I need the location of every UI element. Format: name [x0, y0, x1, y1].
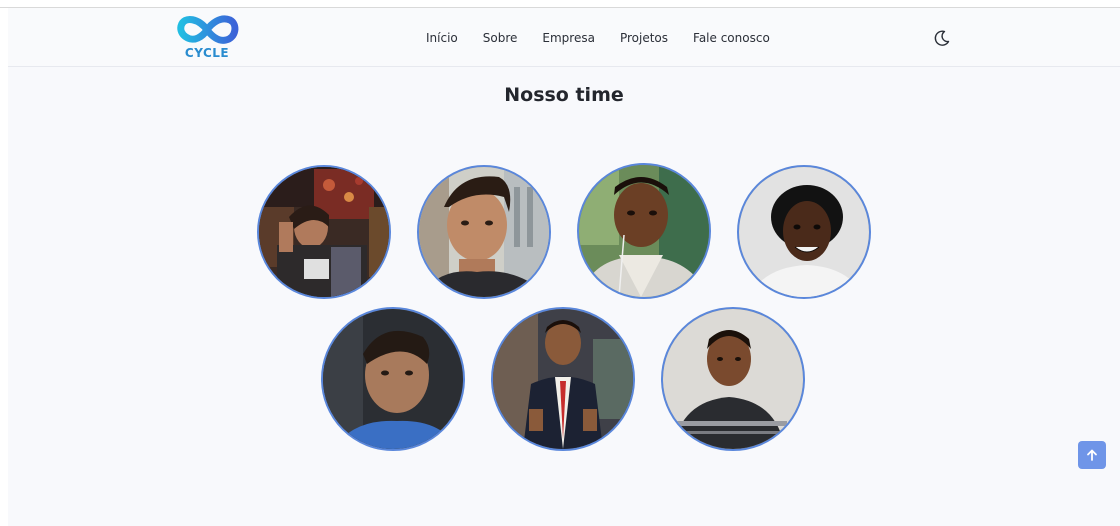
team-member-photo	[491, 307, 635, 451]
nav-link-empresa[interactable]: Empresa	[542, 28, 595, 48]
team-member-photo	[417, 165, 551, 299]
team-member-photo	[661, 307, 805, 451]
navbar: CYCLE Início Sobre Empresa Projetos Fale…	[8, 8, 1120, 67]
member-2-photo	[419, 167, 549, 297]
infinity-logo-icon	[177, 15, 239, 44]
team-member-photo	[257, 165, 391, 299]
cycle-logo[interactable]: CYCLE	[174, 11, 240, 63]
page: CYCLE Início Sobre Empresa Projetos Fale…	[8, 8, 1120, 526]
browser-top-edge	[0, 0, 1120, 8]
logo-text: CYCLE	[184, 46, 230, 60]
moon-icon	[934, 30, 950, 46]
nav-link-fale-conosco[interactable]: Fale conosco	[693, 28, 770, 48]
member-4-photo	[739, 167, 869, 297]
arrow-up-icon	[1087, 449, 1097, 461]
nav-link-projetos[interactable]: Projetos	[620, 28, 668, 48]
team-member-photo	[321, 307, 465, 451]
member-1-photo	[259, 167, 389, 297]
team-section-title: Nosso time	[504, 84, 624, 106]
member-7-photo	[663, 309, 803, 449]
team-member-photo	[577, 163, 711, 299]
nav-link-inicio[interactable]: Início	[426, 28, 458, 48]
scroll-to-top-button[interactable]	[1078, 441, 1106, 469]
team-member-photo	[737, 165, 871, 299]
theme-toggle-button[interactable]	[932, 28, 952, 48]
browser-left-edge	[0, 8, 8, 526]
member-6-photo	[493, 309, 633, 449]
nav-link-sobre[interactable]: Sobre	[483, 28, 518, 48]
member-3-photo	[579, 165, 709, 297]
main-nav: Início Sobre Empresa Projetos Fale conos…	[426, 28, 795, 48]
member-5-photo	[323, 309, 463, 449]
